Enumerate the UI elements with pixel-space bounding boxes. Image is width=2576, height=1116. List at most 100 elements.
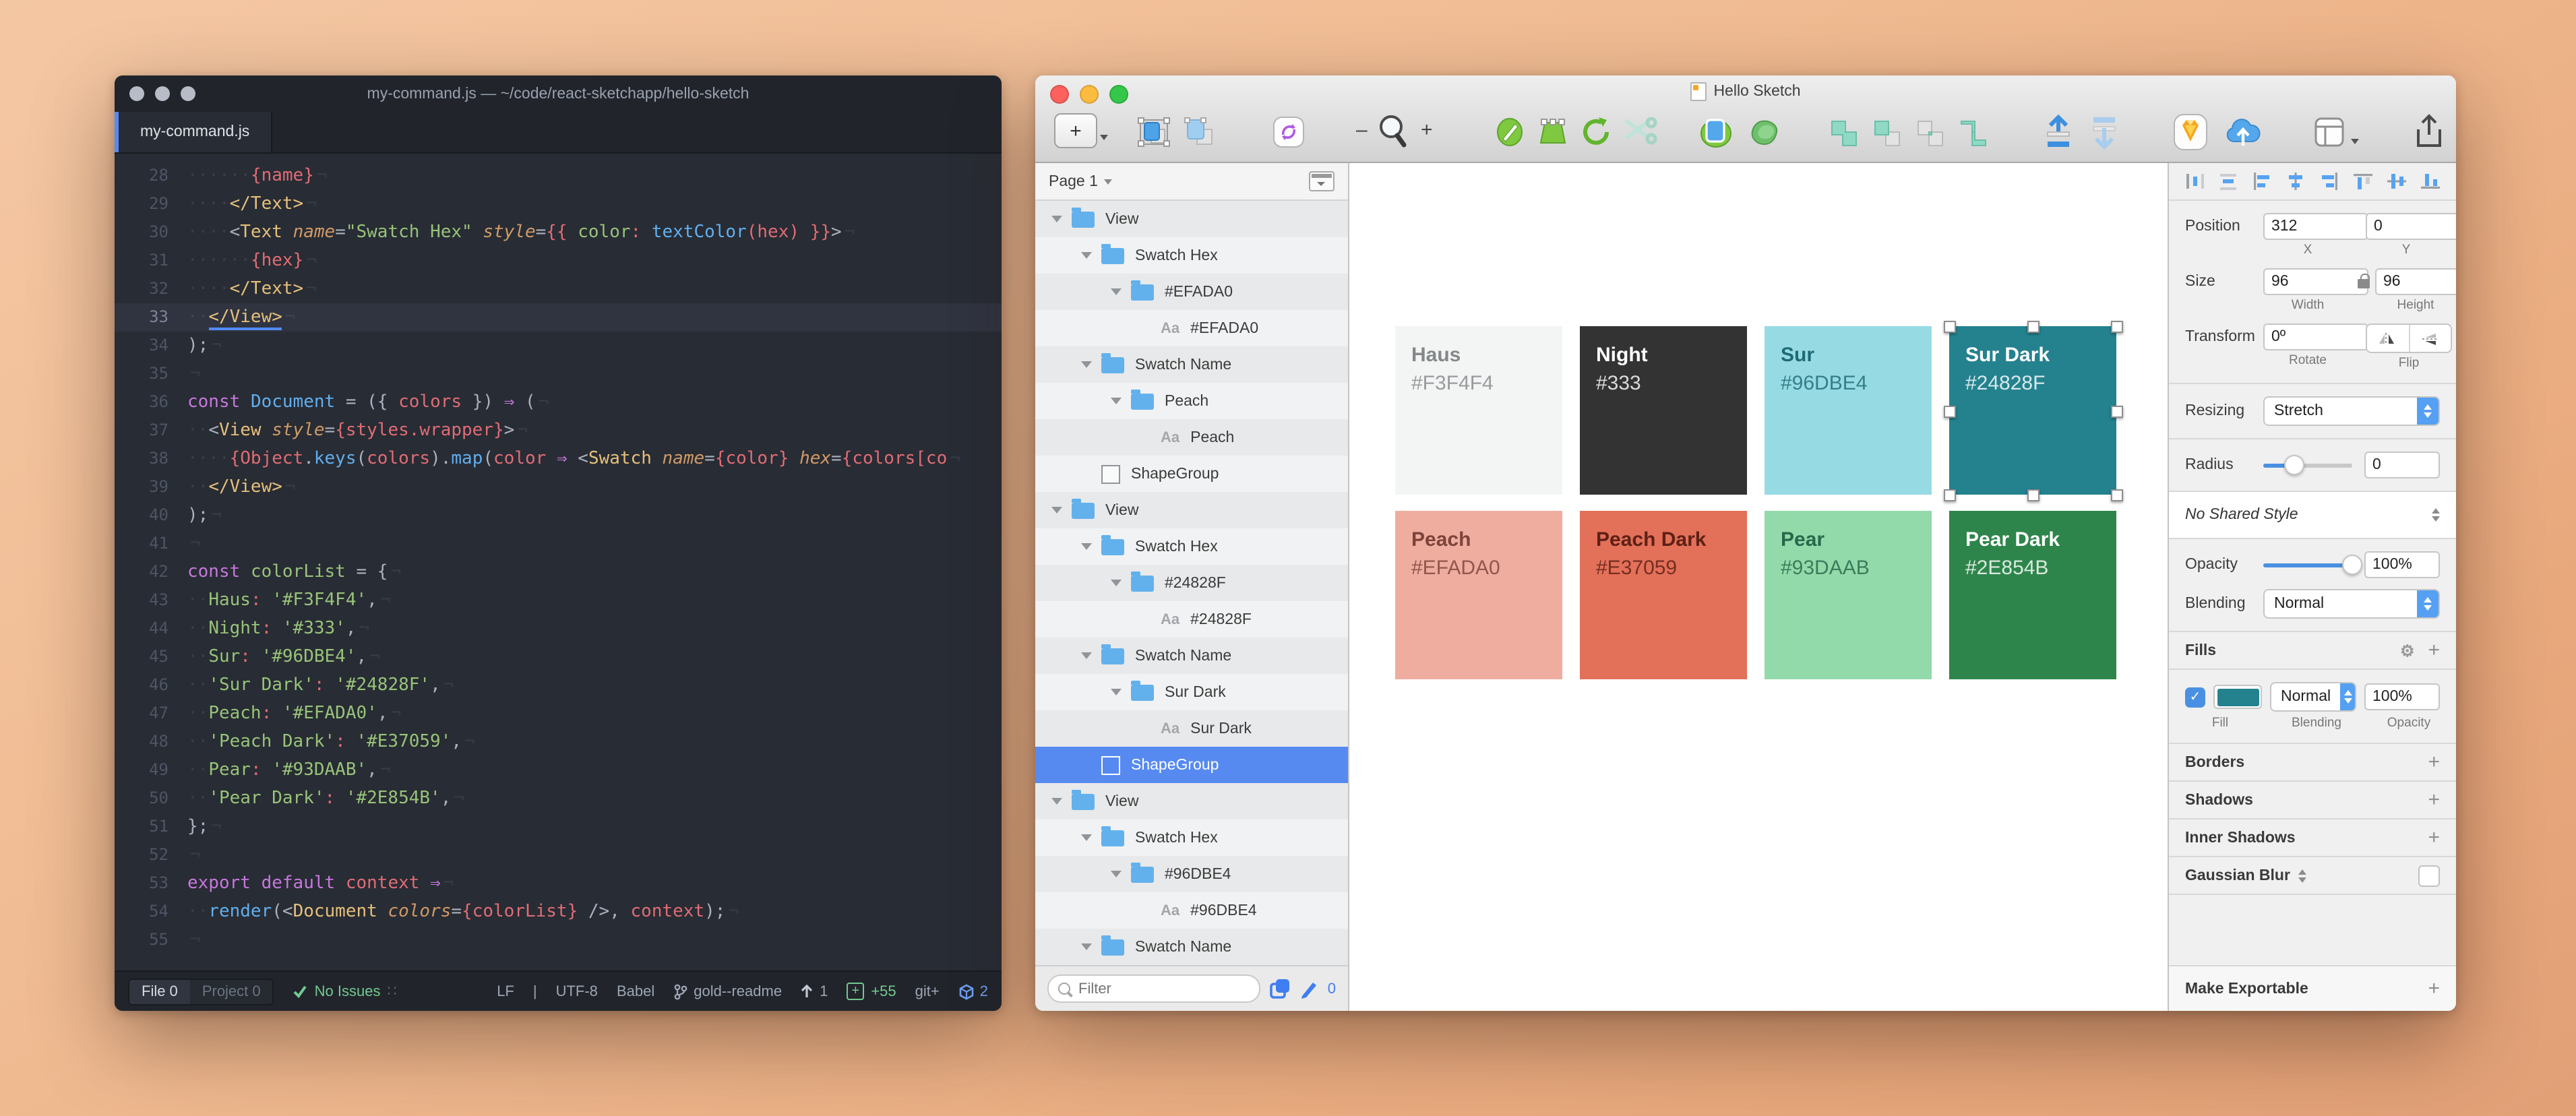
git-diff-status[interactable]: + +55 bbox=[847, 983, 896, 1000]
code-line[interactable]: 51};¬ bbox=[115, 813, 1002, 841]
radius-slider-knob[interactable] bbox=[2284, 455, 2304, 475]
sketch-gem-button[interactable] bbox=[2173, 113, 2208, 151]
code-line[interactable]: 55¬ bbox=[115, 926, 1002, 954]
fill-opacity-input[interactable] bbox=[2364, 683, 2440, 710]
align-center-horizontal-icon[interactable] bbox=[2286, 173, 2305, 190]
layer-row[interactable]: #96DBE4 bbox=[1035, 856, 1348, 892]
radius-input[interactable] bbox=[2364, 452, 2440, 478]
disclosure-triangle-icon[interactable] bbox=[1051, 798, 1062, 805]
align-top-icon[interactable] bbox=[2354, 173, 2372, 190]
view-toggle-button[interactable] bbox=[2313, 116, 2359, 148]
layer-row[interactable]: Swatch Hex bbox=[1035, 819, 1348, 856]
position-x-input[interactable] bbox=[2263, 213, 2368, 240]
add-inner-shadow-button[interactable]: + bbox=[2428, 826, 2440, 849]
opacity-input[interactable] bbox=[2364, 551, 2440, 578]
fill-blending-dropdown[interactable]: Normal bbox=[2270, 682, 2356, 712]
selection-handle[interactable] bbox=[2111, 405, 2123, 417]
mask-tool-button[interactable] bbox=[1698, 115, 1734, 150]
share-button[interactable] bbox=[2413, 112, 2445, 150]
code-line[interactable]: 48··'Peach Dark': '#E37059',¬ bbox=[115, 728, 1002, 756]
code-line[interactable]: 28······{name}¬ bbox=[115, 162, 1002, 190]
code-line[interactable]: 40);¬ bbox=[115, 501, 1002, 530]
make-exportable-row[interactable]: Make Exportable + bbox=[2169, 965, 2456, 1011]
selection-handle[interactable] bbox=[2027, 321, 2040, 333]
layer-row[interactable]: #EFADA0 bbox=[1035, 274, 1348, 310]
layer-row[interactable]: Swatch Name bbox=[1035, 638, 1348, 674]
position-y-input[interactable] bbox=[2366, 213, 2456, 240]
disclosure-triangle-icon[interactable] bbox=[1081, 361, 1092, 368]
intersect-button[interactable] bbox=[1914, 117, 1946, 150]
align-left-icon[interactable] bbox=[2252, 173, 2271, 190]
distribute-vertical-icon[interactable] bbox=[2219, 173, 2238, 190]
code-line[interactable]: 31······{hex}¬ bbox=[115, 247, 1002, 275]
code-line[interactable]: 38····{Object.keys(colors).map(color ⇒ <… bbox=[115, 445, 1002, 473]
layer-row[interactable]: ShapeGroup bbox=[1035, 456, 1348, 492]
zoom-in-button[interactable]: + bbox=[1421, 119, 1433, 142]
align-bottom-icon[interactable] bbox=[2421, 173, 2440, 190]
tab-my-command-js[interactable]: my-command.js bbox=[119, 112, 272, 152]
encoding-indicator[interactable]: UTF-8 bbox=[556, 983, 598, 999]
color-swatch-sur[interactable]: Sur#96DBE4 bbox=[1765, 326, 1932, 495]
code-line[interactable]: 35¬ bbox=[115, 360, 1002, 388]
code-line[interactable]: 32····</Text>¬ bbox=[115, 275, 1002, 303]
layer-row[interactable]: #24828F bbox=[1035, 565, 1348, 601]
layer-row[interactable]: ShapeGroup bbox=[1035, 747, 1348, 783]
pencil-tool-button[interactable] bbox=[1494, 116, 1526, 148]
code-line[interactable]: 45··Sur: '#96DBE4',¬ bbox=[115, 643, 1002, 671]
page-selector[interactable]: Page 1 bbox=[1049, 173, 1098, 189]
disclosure-triangle-icon[interactable] bbox=[1051, 507, 1062, 514]
disclosure-triangle-icon[interactable] bbox=[1081, 252, 1092, 259]
fills-settings-icon[interactable]: ⚙ bbox=[2400, 641, 2415, 660]
disclosure-triangle-icon[interactable] bbox=[1081, 834, 1092, 841]
shared-style-dropdown[interactable]: No Shared Style bbox=[2169, 492, 2456, 539]
code-line[interactable]: 34);¬ bbox=[115, 332, 1002, 360]
radius-slider[interactable] bbox=[2263, 463, 2352, 467]
rotate-tool-button[interactable] bbox=[1580, 116, 1615, 148]
transform-tool-button[interactable] bbox=[1747, 115, 1782, 150]
resizing-dropdown[interactable]: Stretch bbox=[2263, 396, 2440, 426]
zoom-out-button[interactable]: – bbox=[1356, 119, 1368, 142]
disclosure-triangle-icon[interactable] bbox=[1111, 871, 1122, 877]
code-line[interactable]: 29····</Text>¬ bbox=[115, 190, 1002, 218]
disclosure-triangle-icon[interactable] bbox=[1051, 216, 1062, 222]
selection-handle[interactable] bbox=[2111, 489, 2123, 501]
filter-input[interactable] bbox=[1076, 979, 1250, 998]
layer-row[interactable]: Swatch Name bbox=[1035, 929, 1348, 965]
grammar-indicator[interactable]: Babel bbox=[617, 983, 654, 999]
disclosure-triangle-icon[interactable] bbox=[1111, 580, 1122, 586]
insert-button[interactable]: + bbox=[1054, 113, 1108, 148]
layer-row[interactable]: View bbox=[1035, 201, 1348, 237]
selection-handle[interactable] bbox=[1944, 321, 1956, 333]
color-swatch-sur-dark[interactable]: Sur Dark#24828F bbox=[1949, 326, 2116, 495]
color-swatch-peach-dark[interactable]: Peach Dark#E37059 bbox=[1580, 511, 1747, 679]
color-swatch-night[interactable]: Night#333 bbox=[1580, 326, 1747, 495]
color-swatch-pear[interactable]: Pear#93DAAB bbox=[1765, 511, 1932, 679]
code-line[interactable]: 37··<View style={styles.wrapper}>¬ bbox=[115, 416, 1002, 445]
insert-shape-button[interactable] bbox=[1537, 116, 1569, 148]
layer-row[interactable]: AaPeach bbox=[1035, 419, 1348, 456]
code-line[interactable]: 50··'Pear Dark': '#2E854B',¬ bbox=[115, 784, 1002, 813]
gaussian-blur-checkbox[interactable] bbox=[2418, 865, 2440, 886]
add-shadow-button[interactable]: + bbox=[2428, 788, 2440, 811]
selection-handle[interactable] bbox=[1944, 405, 1956, 417]
add-border-button[interactable]: + bbox=[2428, 751, 2440, 774]
rotate-input[interactable] bbox=[2263, 323, 2368, 350]
blending-dropdown[interactable]: Normal bbox=[2263, 589, 2440, 619]
code-line[interactable]: 39··</View>¬ bbox=[115, 473, 1002, 501]
code-line[interactable]: 43··Haus: '#F3F4F4',¬ bbox=[115, 586, 1002, 615]
layer-row[interactable]: Aa#24828F bbox=[1035, 601, 1348, 638]
disclosure-triangle-icon[interactable] bbox=[1081, 543, 1092, 550]
union-button[interactable] bbox=[1828, 117, 1860, 150]
color-swatch-haus[interactable]: Haus#F3F4F4 bbox=[1395, 326, 1562, 495]
code-line[interactable]: 54··render(<Document colors={colorList} … bbox=[115, 898, 1002, 926]
scissors-tool-button[interactable] bbox=[1623, 117, 1658, 147]
zoom-tool-icon[interactable] bbox=[1375, 113, 1410, 151]
flip-horizontal-button[interactable] bbox=[2367, 325, 2408, 352]
layer-row[interactable]: Swatch Name bbox=[1035, 346, 1348, 383]
cloud-upload-button[interactable] bbox=[2224, 116, 2262, 148]
subtract-button[interactable] bbox=[1871, 117, 1903, 150]
layer-row[interactable]: Peach bbox=[1035, 383, 1348, 419]
commits-ahead-status[interactable]: 1 bbox=[801, 983, 828, 999]
disclosure-triangle-icon[interactable] bbox=[1111, 288, 1122, 295]
move-backward-button[interactable] bbox=[2089, 115, 2119, 150]
